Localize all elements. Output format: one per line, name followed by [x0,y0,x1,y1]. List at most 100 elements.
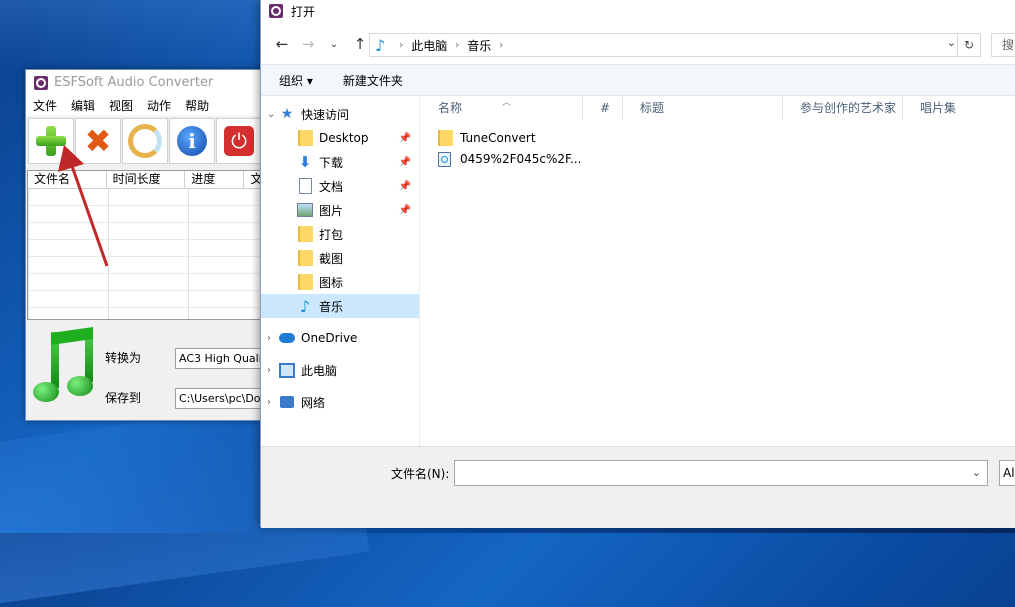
file-list-view[interactable]: 名称 ︿ # 标题 参与创作的艺术家 唱片集 TuneConvert 0459%2… [420,96,1015,446]
app-menubar: 文件 编辑 视图 动作 帮助 [26,95,276,116]
expand-chevron-icon[interactable]: › [267,397,279,408]
col-number[interactable]: # [582,96,623,120]
col-name[interactable]: 名称 ︿ [420,96,583,120]
nav-this-pc[interactable]: › 此电脑 [261,358,419,382]
filename-label: 文件名(N): [391,467,450,481]
add-icon [34,124,68,158]
address-bar[interactable]: ♪ › 此电脑 › 音乐 › ⌄ ↻ [369,33,981,57]
exit-button[interactable]: ⏻ [216,118,262,164]
add-file-button[interactable] [28,118,74,164]
folder-icon [297,250,313,266]
menu-view[interactable]: 视图 [102,97,140,114]
convert-to-label: 转换为 [105,351,142,365]
pin-icon: 📌 [398,180,411,192]
col-duration[interactable]: 时间长度 [107,171,186,188]
breadcrumb-music[interactable]: 音乐 [467,37,491,54]
pin-icon: 📌 [398,132,411,144]
music-folder-icon: ♪ [375,35,386,55]
pin-icon: 📌 [398,156,411,168]
nav-network[interactable]: › 网络 [261,390,419,414]
network-icon [280,396,294,408]
folder-icon [297,130,313,146]
new-folder-button[interactable]: 新建文件夹 [343,72,403,89]
convert-button[interactable] [122,118,168,164]
expand-chevron-icon[interactable]: ⌄ [267,109,279,120]
nav-screenshots-label: 截图 [319,251,344,266]
address-dropdown-icon[interactable]: ⌄ [947,36,956,49]
remove-icon: ✖ [84,122,112,160]
search-input[interactable]: 搜 [991,33,1015,57]
folder-icon [297,274,313,290]
app-toolbar: ✖ i ⏻ [26,116,276,166]
menu-file[interactable]: 文件 [26,97,64,114]
nav-folder-icons[interactable]: 图标 [261,270,419,294]
nav-pack-label: 打包 [319,227,344,242]
music-note-icon [33,327,101,406]
nav-music[interactable]: ♪ 音乐 [261,294,419,318]
file-list[interactable]: 文件名 时间长度 进度 文 [27,170,265,320]
menu-edit[interactable]: 编辑 [64,97,102,114]
info-icon: i [177,126,207,156]
nav-pictures[interactable]: 图片 📌 [261,198,419,222]
nav-network-label: 网络 [301,395,326,410]
nav-desktop[interactable]: Desktop 📌 [261,126,419,150]
file-type-select[interactable]: Al [999,460,1015,486]
refresh-icon[interactable]: ↻ [957,34,980,56]
format-select[interactable]: AC3 High Quality [175,348,270,369]
music-note-icon: ♪ [299,296,311,316]
pin-icon: 📌 [398,204,411,216]
file-list-grid [28,189,264,319]
nav-quick-access-label: 快速访问 [301,107,350,122]
save-to-label: 保存到 [105,391,142,405]
file-name: 0459%2F045c%2F... [460,152,582,166]
nav-downloads-label: 下载 [319,155,344,170]
output-path-field[interactable]: C:\Users\pc\Docu [175,388,270,409]
expand-chevron-icon[interactable]: › [267,365,279,376]
app-titlebar: ESFSoft Audio Converter [26,70,276,95]
recent-chevron-icon[interactable]: ⌄ [321,39,347,50]
file-list-header: 文件名 时间长度 进度 文 [28,171,264,189]
sort-up-icon: ︿ [502,98,512,108]
download-icon: ⬇ [298,153,312,171]
dialog-command-bar: 组织 ▾ 新建文件夹 [261,64,1015,96]
picture-icon [297,203,313,217]
nav-documents-label: 文档 [319,179,344,194]
col-album[interactable]: 唱片集 [902,96,1010,120]
nav-downloads[interactable]: ⬇ 下载 📌 [261,150,419,174]
breadcrumb-this-pc[interactable]: 此电脑 [411,37,447,54]
nav-quick-access[interactable]: ⌄ ★ 快速访问 [261,102,419,126]
back-arrow-icon[interactable]: ← [269,35,295,53]
nav-onedrive[interactable]: › OneDrive [261,326,419,350]
refresh-icon [128,124,162,158]
folder-icon [297,226,313,242]
filename-input[interactable]: ⌄ [454,460,988,486]
dialog-footer: 文件名(N): ⌄ Al [261,446,1015,528]
organize-button[interactable]: 组织 ▾ [279,72,313,89]
expand-chevron-icon[interactable]: › [267,333,279,344]
chevron-down-icon[interactable]: ⌄ [972,466,981,479]
nav-folder-pack[interactable]: 打包 [261,222,419,246]
list-item[interactable]: 0459%2F045c%2F... [438,149,581,169]
col-progress[interactable]: 进度 [185,171,245,188]
chevron-right-icon: › [499,39,504,51]
forward-arrow-icon[interactable]: → [295,35,321,53]
folder-icon [438,130,453,146]
menu-action[interactable]: 动作 [140,97,178,114]
desktop-light-beam-top [0,0,260,70]
document-icon [298,178,312,194]
computer-icon [279,362,295,378]
nav-folder-screenshots[interactable]: 截图 [261,246,419,270]
menu-help[interactable]: 帮助 [178,97,216,114]
list-item[interactable]: TuneConvert [438,128,536,148]
app-logo-icon [34,75,48,90]
info-button[interactable]: i [169,118,215,164]
nav-onedrive-label: OneDrive [301,331,358,345]
chevron-right-icon: › [399,39,404,51]
col-artists[interactable]: 参与创作的艺术家 [782,96,903,120]
file-name: TuneConvert [460,131,536,145]
col-filename[interactable]: 文件名 [28,171,107,188]
remove-file-button[interactable]: ✖ [75,118,121,164]
col-title[interactable]: 标题 [622,96,783,120]
nav-documents[interactable]: 文档 📌 [261,174,419,198]
nav-this-pc-label: 此电脑 [301,363,338,378]
